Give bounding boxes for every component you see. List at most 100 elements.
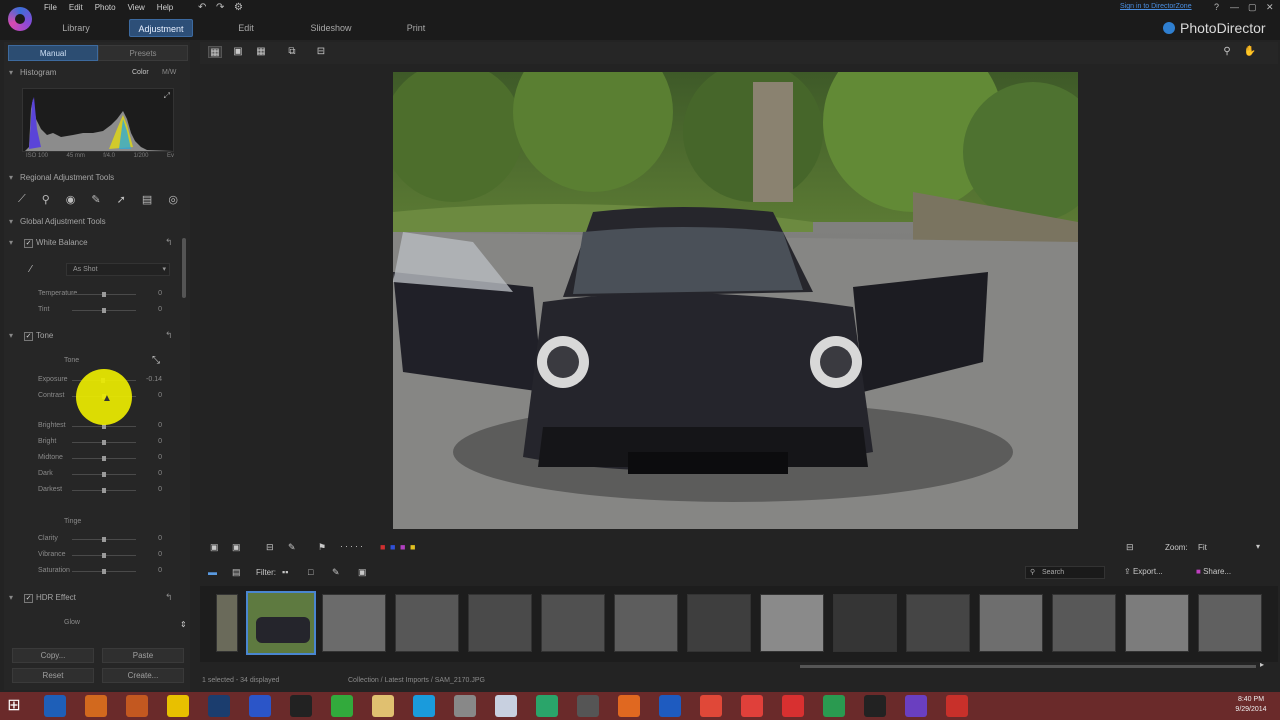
tab-print[interactable]: Print — [384, 19, 448, 37]
taskbar-app-icon[interactable] — [167, 695, 189, 717]
filmstrip-view-icon[interactable]: ▣ — [210, 542, 219, 553]
slider-track[interactable] — [72, 292, 136, 297]
slider-value[interactable]: 0 — [142, 567, 162, 574]
slider-knob[interactable] — [102, 308, 106, 313]
filter-rating-icon[interactable]: □ — [308, 567, 313, 577]
panel-scrollbar[interactable] — [182, 238, 186, 298]
thumbnail[interactable] — [979, 594, 1043, 652]
white-balance-preset-select[interactable]: As Shot ▾ — [66, 263, 170, 276]
thumbnail[interactable] — [833, 594, 897, 652]
copy-button[interactable]: Copy... — [12, 648, 94, 663]
slider-track[interactable] — [72, 569, 136, 574]
menu-file[interactable]: File — [44, 3, 57, 12]
slider-value[interactable]: 0 — [142, 551, 162, 558]
tab-slideshow[interactable]: Slideshow — [299, 19, 363, 37]
taskbar-app-icon[interactable] — [290, 695, 312, 717]
radial-icon[interactable]: ◎ — [168, 193, 178, 206]
taskbar-app-icon[interactable] — [618, 695, 640, 717]
taskbar-app-icon[interactable] — [208, 695, 230, 717]
slider-track[interactable] — [72, 553, 136, 558]
slider-track[interactable] — [72, 456, 136, 461]
taskbar-app-icon[interactable] — [495, 695, 517, 717]
slider-track[interactable] — [72, 537, 136, 542]
taskbar-app-icon[interactable] — [905, 695, 927, 717]
rating-dots[interactable]: ····· — [340, 541, 365, 551]
thumbnail-selected[interactable] — [246, 591, 316, 655]
slider-knob[interactable] — [102, 440, 106, 445]
eyedropper-icon[interactable]: ⁄ — [30, 264, 32, 275]
expand-icon[interactable]: ⤢ — [164, 91, 170, 101]
detail-view-icon[interactable]: ▤ — [232, 567, 241, 578]
thumbnail[interactable] — [541, 594, 605, 652]
slider-knob[interactable] — [102, 488, 106, 493]
thumbnail[interactable] — [687, 594, 751, 652]
crop-icon[interactable]: ⟋ — [18, 193, 26, 206]
zoom-chevron-icon[interactable]: ▾ — [1256, 542, 1260, 551]
menu-view[interactable]: View — [128, 3, 145, 12]
start-button[interactable]: ⊞ — [2, 695, 26, 717]
settings-icon[interactable]: ⚙ — [234, 2, 243, 13]
color-label-yellow[interactable]: ■ — [410, 542, 415, 552]
slider-knob[interactable] — [102, 292, 106, 297]
undo-icon[interactable]: ↶ — [198, 2, 206, 13]
compare-view-icon[interactable]: ▦ — [208, 46, 222, 58]
regional-tools-header[interactable]: Regional Adjustment Tools — [4, 171, 184, 185]
stack-icon[interactable]: ⊟ — [266, 542, 274, 553]
slider-knob[interactable] — [102, 472, 106, 477]
histogram-header[interactable]: Histogram — [4, 66, 184, 80]
export-button[interactable]: ⇪ Export... — [1124, 567, 1163, 576]
taskbar-app-icon[interactable] — [782, 695, 804, 717]
slider-value[interactable]: -0.14 — [142, 376, 162, 383]
slider-track[interactable] — [72, 308, 136, 313]
tab-library[interactable]: Library — [44, 19, 108, 37]
thumbnail[interactable] — [1125, 594, 1189, 652]
histogram-color-toggle[interactable]: Color — [132, 69, 149, 76]
zoom-tool-icon[interactable]: ⚲ — [1220, 46, 1234, 58]
slider-knob[interactable] — [102, 537, 106, 542]
color-label-purple[interactable]: ■ — [400, 542, 405, 552]
hand-tool-icon[interactable]: ✋ — [1243, 46, 1257, 58]
taskbar-app-icon[interactable] — [249, 695, 271, 717]
thumbnail[interactable] — [216, 594, 238, 652]
hdr-reset-icon[interactable]: ↰ — [165, 592, 173, 603]
slider-value[interactable]: 0 — [142, 290, 162, 297]
tone-checkbox[interactable]: ✓ — [24, 332, 33, 341]
main-photo[interactable] — [393, 72, 1078, 529]
thumbnail[interactable] — [906, 594, 970, 652]
gradient-icon[interactable]: ➚ — [117, 193, 126, 206]
tone-reset-icon[interactable]: ↰ — [165, 330, 173, 341]
taskbar-app-icon[interactable] — [372, 695, 394, 717]
grid-icon[interactable]: ▤ — [142, 193, 152, 206]
slider-value[interactable]: 0 — [142, 392, 162, 399]
taskbar-app-icon[interactable] — [454, 695, 476, 717]
white-balance-checkbox[interactable]: ✓ — [24, 239, 33, 248]
search-input[interactable]: ⚲ Search — [1025, 566, 1105, 579]
maximize-button[interactable]: ▢ — [1248, 2, 1257, 13]
close-button[interactable]: ✕ — [1266, 2, 1274, 13]
slider-track[interactable] — [72, 424, 136, 429]
filmstrip-next-icon[interactable]: ▣ — [232, 542, 241, 553]
scroll-right-icon[interactable]: ▸ — [1260, 660, 1264, 669]
filter-flag-icon[interactable]: ▪▪ — [282, 567, 288, 577]
taskbar-app-icon[interactable] — [700, 695, 722, 717]
filter-color-icon[interactable]: ▣ — [358, 567, 367, 578]
list-view-icon[interactable]: ▬ — [208, 567, 217, 577]
thumbnail[interactable] — [1198, 594, 1262, 652]
scroll-arrows-icon[interactable]: ⇕ — [180, 620, 187, 629]
sign-in-link[interactable]: Sign in to DirectorZone — [1120, 3, 1192, 10]
zoom-value[interactable]: Fit — [1198, 543, 1207, 552]
filmstrip-scrollbar[interactable] — [800, 665, 1256, 668]
thumbnail[interactable] — [760, 594, 824, 652]
taskbar-app-icon[interactable] — [741, 695, 763, 717]
slider-knob[interactable] — [102, 456, 106, 461]
slider-value[interactable]: 0 — [142, 486, 162, 493]
menu-photo[interactable]: Photo — [95, 3, 116, 12]
color-label-blue[interactable]: ■ — [390, 542, 395, 552]
single-view-icon[interactable]: ▣ — [231, 46, 245, 58]
fullscreen-icon[interactable]: ⧉ — [285, 46, 299, 58]
tab-manual[interactable]: Manual — [8, 45, 98, 61]
pick-tool-icon[interactable]: ⤡ — [152, 355, 160, 366]
create-button[interactable]: Create... — [102, 668, 184, 683]
taskbar-app-icon[interactable] — [413, 695, 435, 717]
slider-value[interactable]: 0 — [142, 422, 162, 429]
